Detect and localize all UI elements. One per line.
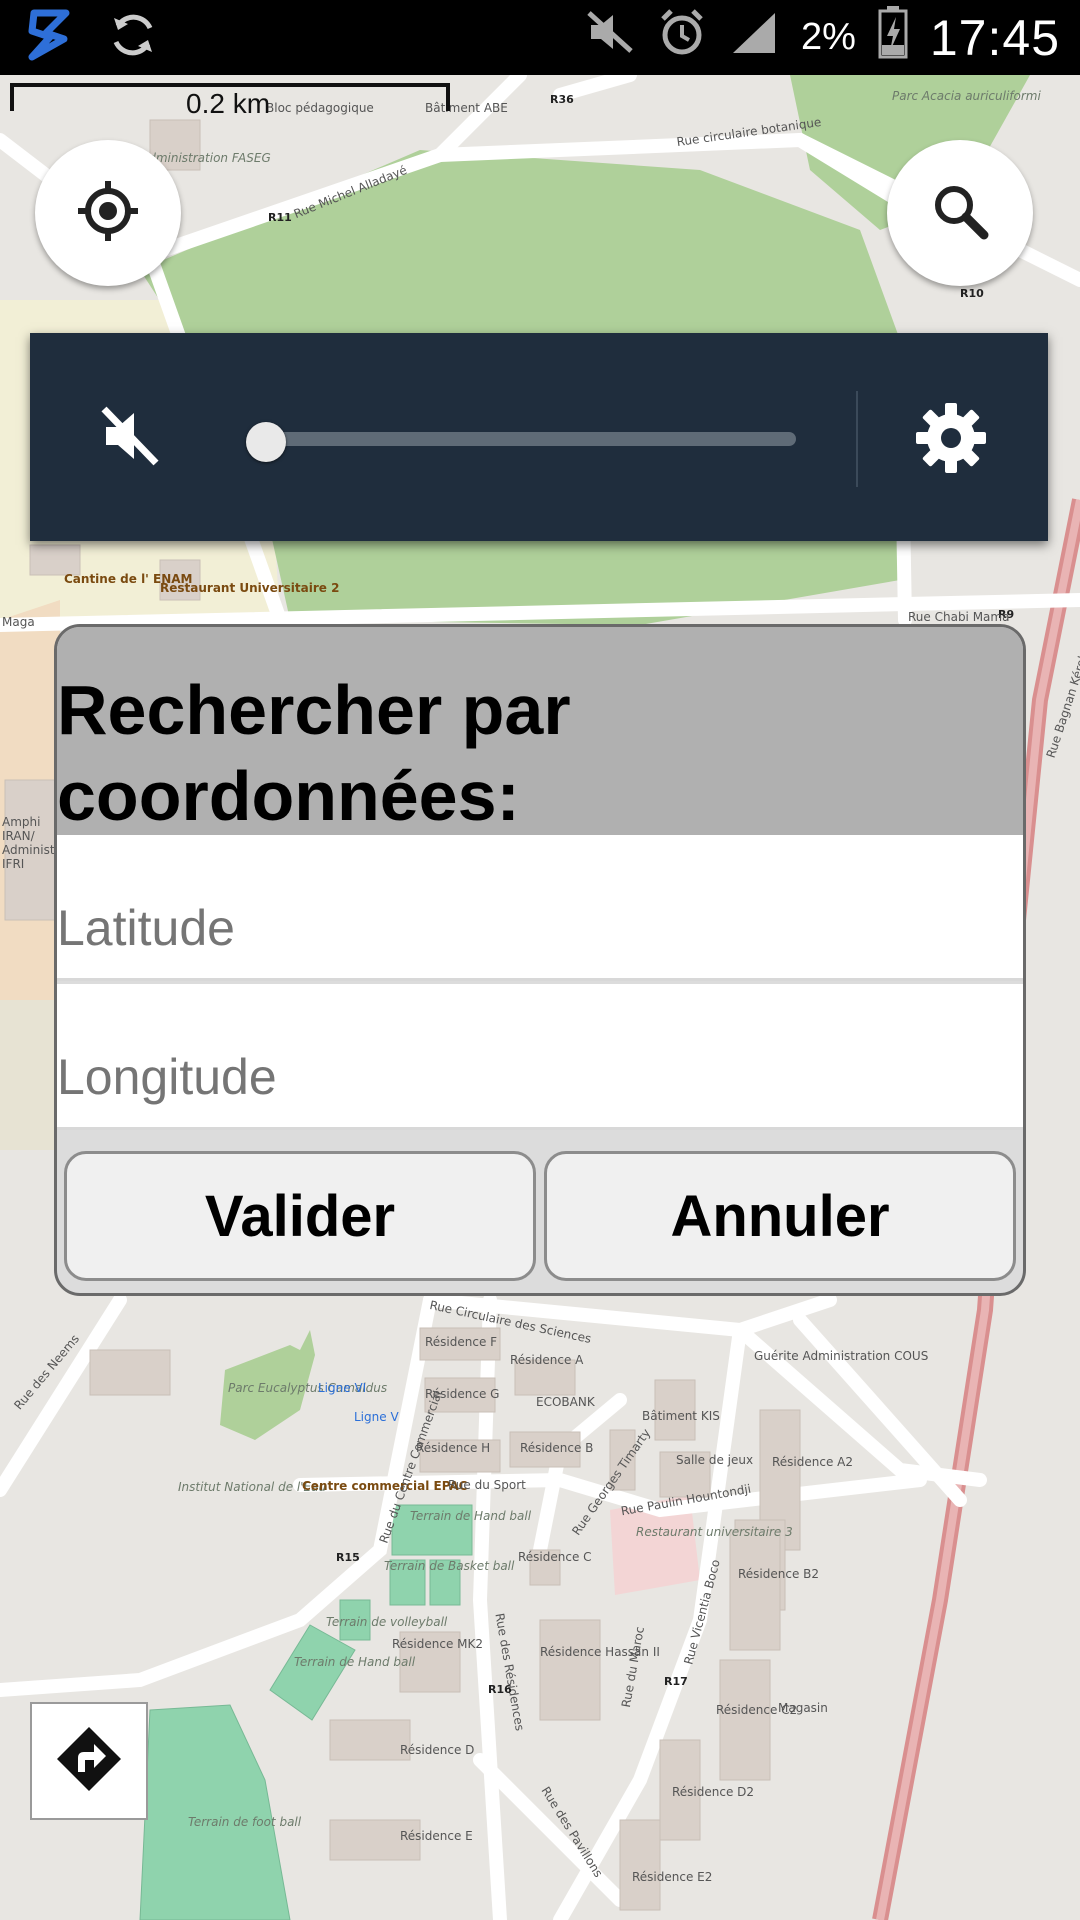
map-label-terrain-handball: Terrain de Hand ball (410, 1509, 532, 1523)
sync-icon (106, 8, 160, 67)
panel-divider (856, 391, 858, 487)
battery-charging-icon (878, 5, 908, 70)
map-label-residence-e: Résidence E (400, 1829, 473, 1843)
validate-button[interactable]: Valider (64, 1151, 536, 1281)
map-label-terrain-football: Terrain de foot ball (188, 1815, 302, 1829)
map-label-r17: R17 (664, 1675, 688, 1688)
map-label-residence-b2: Résidence B2 (738, 1567, 820, 1581)
map-label-batiment-kis: Bâtiment KIS (642, 1409, 720, 1423)
directions-button[interactable] (30, 1702, 148, 1820)
longitude-field[interactable] (57, 984, 1023, 1130)
search-icon (930, 181, 990, 246)
mute-icon (585, 9, 635, 66)
map-label-terrain-handball-2: Terrain de Hand ball (294, 1655, 416, 1669)
latitude-field[interactable] (57, 835, 1023, 981)
gear-icon[interactable] (916, 403, 986, 478)
coordinates-dialog: Rechercher par coordonnées: Valider Annu… (54, 624, 1026, 1296)
map-label-terrain-volley: Terrain de volleyball (326, 1615, 448, 1629)
battery-percent: 2% (800, 16, 856, 58)
map-label-residence-mk2: Résidence MK2 (392, 1637, 484, 1651)
map-label-r36: R36 (550, 93, 574, 106)
map-label-restaurant-2: Restaurant Universitaire 2 (160, 581, 340, 595)
audio-panel (30, 333, 1048, 541)
map-label-ligne-v: Ligne V (354, 1410, 399, 1424)
map-label-residence-d: Résidence D (400, 1743, 475, 1757)
map-label-r16: R16 (488, 1683, 512, 1696)
map-label-guerite: Guérite Administration COUS (754, 1349, 929, 1363)
map-label-residence-c: Résidence C (518, 1550, 592, 1564)
cancel-button[interactable]: Annuler (544, 1151, 1016, 1281)
map-label-restaurant-3: Restaurant universitaire 3 (636, 1525, 793, 1539)
dialog-title: Rechercher par coordonnées: (57, 627, 1023, 835)
volume-slider-track[interactable] (262, 432, 796, 446)
signal-icon (729, 9, 779, 66)
map-label-residence-b: Résidence B (520, 1441, 594, 1455)
map-label-residence-d2: Résidence D2 (672, 1785, 755, 1799)
map-label-residence-a2: Résidence A2 (772, 1455, 854, 1469)
map-label-residence-f: Résidence F (425, 1335, 498, 1349)
volume-muted-icon[interactable] (100, 405, 160, 472)
map-label-magasin: Magasin (778, 1701, 828, 1715)
volume-slider-thumb[interactable] (246, 422, 286, 462)
map-label-parc-acacia: Parc Acacia auriculiformi (892, 89, 1041, 103)
alarm-icon (657, 7, 707, 68)
map-label-centre-epac: Centre commercial EPAC (302, 1479, 468, 1493)
map-label-r10: R10 (960, 287, 984, 300)
locate-button[interactable] (35, 140, 181, 286)
map-label-residence-a: Résidence A (510, 1353, 584, 1367)
map-label-ecobank: ECOBANK (536, 1395, 595, 1409)
scale-label: 0.2 km (186, 88, 271, 119)
my-location-icon (76, 179, 140, 248)
map-label-rue-chabi-mama: Rue Chabi Mama (908, 610, 1010, 624)
s-app-icon (20, 7, 76, 68)
map-label-terrain-basket: Terrain de Basket ball (384, 1559, 515, 1573)
clock: 17:45 (929, 9, 1060, 66)
map-label-residence-h: Résidence H (416, 1441, 491, 1455)
map-label-residence-e2: Résidence E2 (632, 1870, 713, 1884)
map-label-maga: Maga (2, 615, 35, 629)
status-bar: 2% 17:45 (0, 0, 1080, 75)
search-button[interactable] (887, 140, 1033, 286)
map-label-salle-jeux: Salle de jeux (676, 1453, 754, 1467)
map-label-rue-du-sport: Rue du Sport (448, 1478, 526, 1492)
map-label-amphi-iran: Amphi IRAN/ Administration IFRI (2, 815, 90, 871)
map-label-ligne-vi: Ligne VI (318, 1381, 367, 1395)
directions-icon (54, 1724, 124, 1799)
map-label-r15: R15 (336, 1551, 360, 1564)
map-label-r11: R11 (268, 211, 292, 224)
